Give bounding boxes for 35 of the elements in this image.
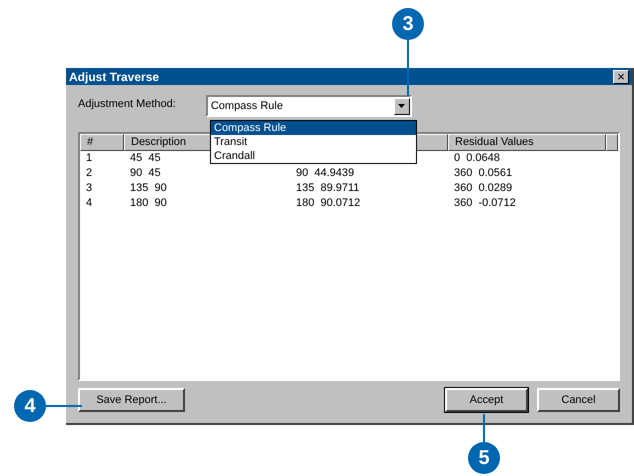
- table-cell: 90 45: [130, 167, 161, 179]
- table-cell: 2: [86, 167, 92, 179]
- table-cell: 4: [86, 197, 92, 209]
- table-cell: 180 90: [130, 197, 167, 209]
- table-cell: 0 0.0648: [454, 152, 500, 164]
- leader-line: [483, 414, 485, 442]
- table-cell: 180 90.0712: [296, 197, 360, 209]
- table-cell: 135 90: [130, 182, 167, 194]
- table-cell: 360 0.0561: [454, 167, 512, 179]
- table-cell: 360 0.0289: [454, 182, 512, 194]
- caret-down-icon: [398, 104, 406, 108]
- column-header[interactable]: #: [80, 134, 124, 151]
- dropdown-button[interactable]: [394, 98, 410, 114]
- callout-badge: 3: [392, 8, 424, 40]
- dropdown-option[interactable]: Crandall: [211, 149, 416, 163]
- table-cell: 90 44.9439: [296, 167, 354, 179]
- column-header[interactable]: Residual Values: [448, 134, 606, 151]
- dropdown-option[interactable]: Compass Rule: [211, 121, 416, 135]
- table-cell: 360 -0.0712: [454, 197, 516, 209]
- callout-badge: 4: [14, 390, 46, 422]
- dropdown-value: Compass Rule: [210, 98, 283, 114]
- cancel-button[interactable]: Cancel: [537, 388, 620, 412]
- leader-line: [407, 40, 409, 96]
- table-cell: 3: [86, 182, 92, 194]
- callout-badge: 5: [468, 442, 500, 474]
- accept-button[interactable]: Accept: [445, 388, 528, 412]
- close-button[interactable]: ×: [613, 70, 629, 84]
- save-report-button[interactable]: Save Report...: [78, 388, 185, 412]
- leader-line: [46, 405, 82, 407]
- method-label: Adjustment Method:: [78, 97, 176, 112]
- table-cell: 135 89.9711: [296, 182, 360, 194]
- window-title: Adjust Traverse: [69, 68, 160, 86]
- table-cell: 45 45: [130, 152, 161, 164]
- table-cell: 1: [86, 152, 92, 164]
- method-dropdown[interactable]: Compass Rule: [206, 95, 412, 117]
